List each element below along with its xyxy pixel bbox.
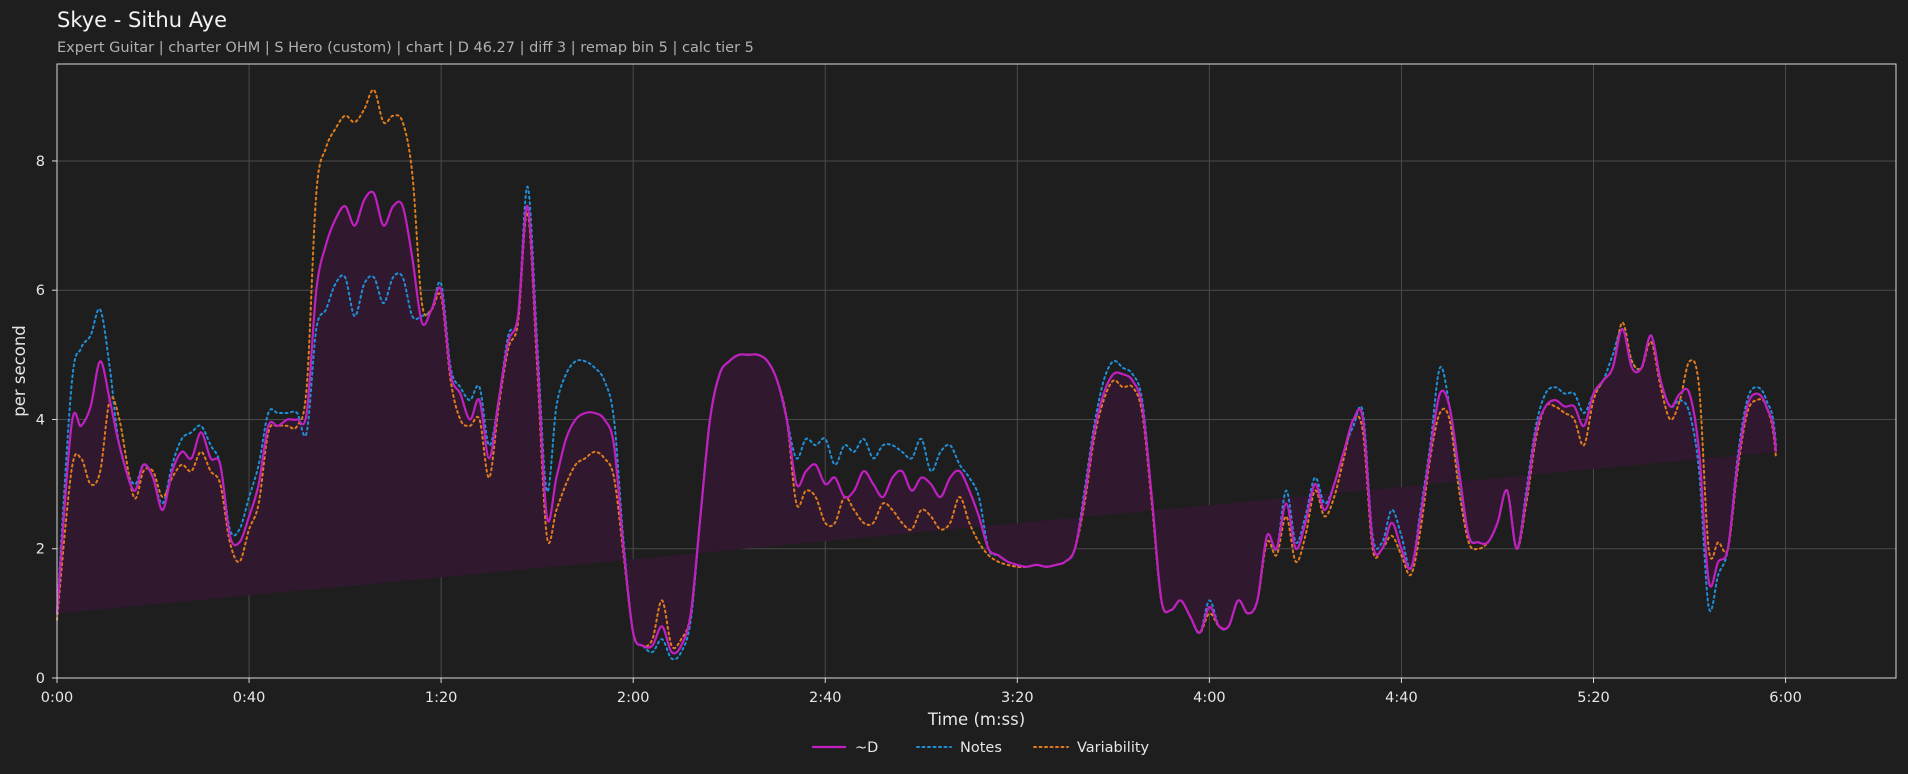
- y-tick-label: 8: [36, 154, 45, 170]
- x-tick-label: 5:20: [1577, 690, 1610, 706]
- x-tick-label: 4:40: [1385, 690, 1418, 706]
- d-series-area: [57, 191, 1776, 654]
- x-tick-label: 3:20: [1001, 690, 1034, 706]
- legend-label: ~D: [855, 740, 878, 756]
- x-tick-label: 0:40: [233, 690, 266, 706]
- area-fill-layer: [57, 191, 1776, 654]
- x-tick-label: 2:00: [617, 690, 650, 706]
- y-tick-label: 0: [36, 671, 45, 687]
- x-tick-label: 4:00: [1193, 690, 1226, 706]
- y-tick-label: 2: [36, 542, 45, 558]
- legend-label: Variability: [1077, 740, 1150, 756]
- y-tick-label: 6: [36, 283, 45, 299]
- x-axis-label: Time (m:ss): [927, 710, 1025, 729]
- y-axis-label: per second: [10, 325, 29, 417]
- x-tick-label: 1:20: [425, 690, 458, 706]
- line-chart: 0:00 0:40 1:20 2:00 2:40 3:20 4:00 4:40 5:20 6:00…: [10, 63, 1897, 756]
- y-tick-label: 4: [36, 412, 45, 428]
- legend: ~D Notes Variability: [812, 740, 1150, 756]
- x-tick-label: 6:00: [1769, 690, 1802, 706]
- x-tick-label: 2:40: [809, 690, 842, 706]
- legend-label: Notes: [960, 740, 1002, 756]
- x-tick-label: 0:00: [41, 690, 74, 706]
